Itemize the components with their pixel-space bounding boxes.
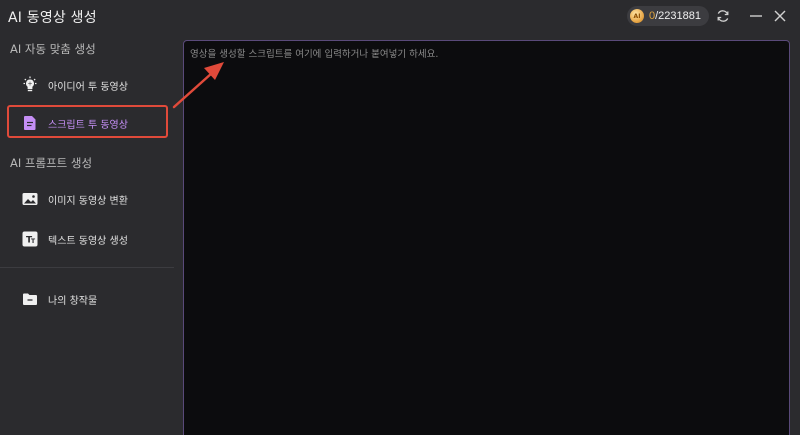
document-icon xyxy=(20,113,40,133)
sidebar-divider xyxy=(0,267,174,268)
sidebar-item-label: 텍스트 동영상 생성 xyxy=(48,235,128,247)
sidebar-item-text-to-video[interactable]: T T 텍스트 동영상 생성 xyxy=(10,223,166,255)
coin-icon: AI xyxy=(630,9,644,23)
refresh-button[interactable] xyxy=(713,6,733,26)
sidebar-item-label: 스크립트 투 동영상 xyxy=(48,119,128,131)
credits-badge[interactable]: AI 0/2231881 xyxy=(627,6,709,26)
script-editor xyxy=(183,40,790,435)
section-title-prompt: AI 프롬프트 생성 xyxy=(10,156,93,170)
scrollbar[interactable] xyxy=(792,33,800,435)
lightbulb-icon: + xyxy=(20,75,40,95)
image-icon xyxy=(20,189,40,209)
section-title-auto: AI 자동 맞춤 생성 xyxy=(10,42,96,56)
sidebar-item-image-to-video[interactable]: 이미지 동영상 변환 xyxy=(10,183,166,215)
svg-text:+: + xyxy=(27,81,32,88)
sidebar: AI 자동 맞춤 생성 + 아이디어 투 동영상 스크립트 투 동영상 AI 프… xyxy=(0,33,174,435)
sidebar-item-my-creations[interactable]: 나의 창작물 xyxy=(10,283,166,315)
refresh-icon xyxy=(717,10,729,22)
credits-total: /2231881 xyxy=(655,10,702,22)
sidebar-item-label: 이미지 동영상 변환 xyxy=(48,195,128,207)
folder-icon xyxy=(20,289,40,309)
app-title: AI 동영상 생성 xyxy=(8,10,97,26)
sidebar-item-label: 나의 창작물 xyxy=(48,295,98,307)
credits-count: 0/2231881 xyxy=(649,10,701,22)
script-input[interactable] xyxy=(184,41,789,435)
minimize-icon xyxy=(750,15,762,17)
sidebar-item-label: 아이디어 투 동영상 xyxy=(48,81,128,93)
minimize-button[interactable] xyxy=(746,6,766,26)
text-icon: T T xyxy=(20,229,40,249)
title-bar: AI 동영상 생성 AI 0/2231881 xyxy=(0,0,800,33)
sidebar-item-idea-to-video[interactable]: + 아이디어 투 동영상 xyxy=(10,69,166,101)
close-button[interactable] xyxy=(770,6,790,26)
close-icon xyxy=(774,10,786,22)
sidebar-item-script-to-video[interactable]: 스크립트 투 동영상 xyxy=(10,107,166,139)
